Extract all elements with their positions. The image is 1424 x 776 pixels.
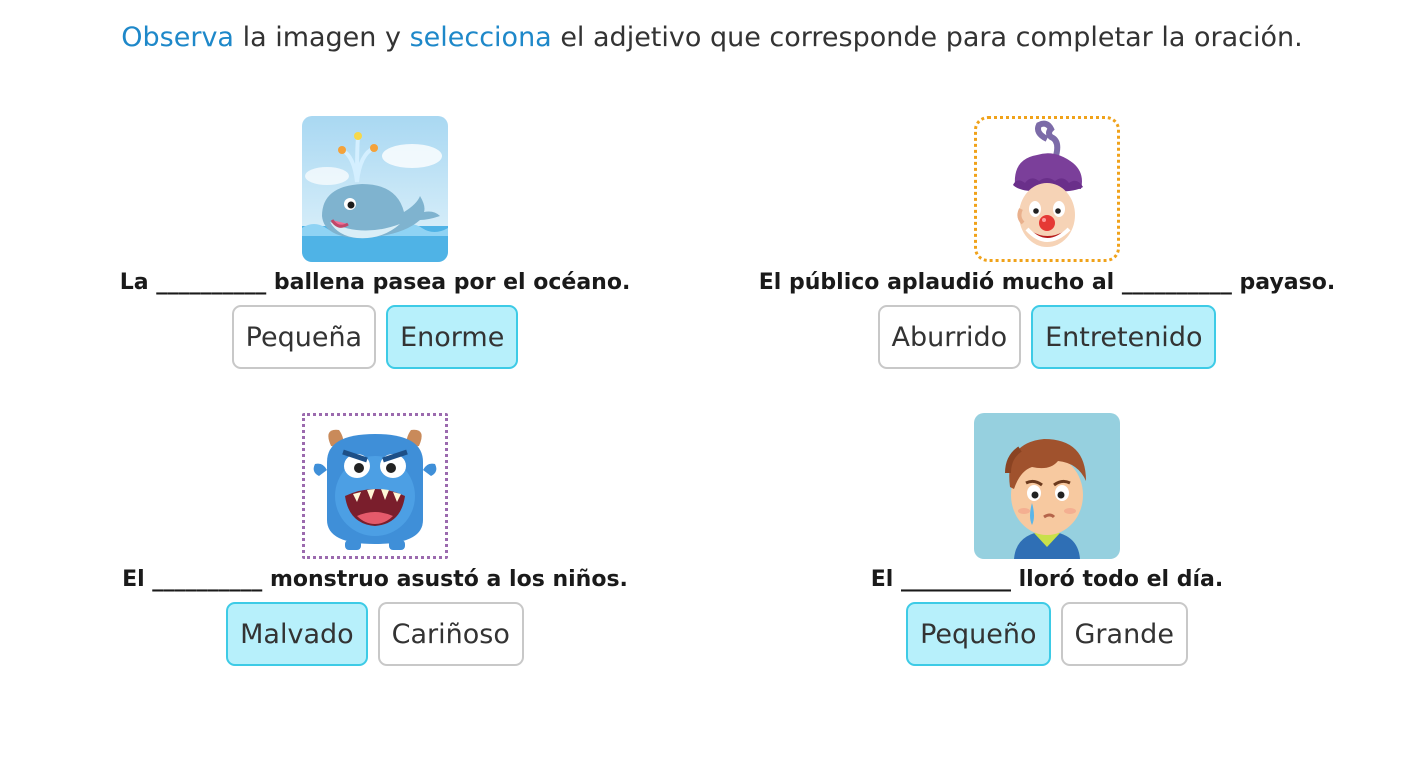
options-group: Aburrido Entretenido — [707, 305, 1387, 369]
instruction-highlight-selecciona: selecciona — [409, 22, 552, 53]
whale-image — [302, 116, 448, 262]
option-button-grande[interactable]: Grande — [1060, 602, 1188, 666]
option-button-enorme[interactable]: Enorme — [386, 305, 519, 369]
option-button-malvado[interactable]: Malvado — [226, 602, 368, 666]
sentence-text: El __________ lloró todo el día. — [870, 567, 1224, 592]
crying-boy-image — [974, 413, 1120, 559]
option-button-pequena[interactable]: Pequeña — [231, 305, 377, 369]
monster-image — [302, 413, 448, 559]
clown-image — [974, 116, 1120, 262]
option-button-entretenido[interactable]: Entretenido — [1031, 305, 1217, 369]
instruction-text: Observa la imagen y selecciona el adjeti… — [0, 22, 1424, 53]
sentence-text: El __________ monstruo asustó a los niño… — [122, 567, 628, 592]
exercise-card-whale: La __________ ballena pasea por el océan… — [35, 116, 715, 369]
sentence-text: La __________ ballena pasea por el océan… — [119, 270, 631, 295]
option-button-aburrido[interactable]: Aburrido — [877, 305, 1022, 369]
options-group: Pequeño Grande — [707, 602, 1387, 666]
exercise-card-monster: El __________ monstruo asustó a los niño… — [35, 413, 715, 666]
exercise-card-crying-boy: El __________ lloró todo el día. Pequeño… — [707, 413, 1387, 666]
instruction-part: el adjetivo que corresponde para complet… — [551, 22, 1303, 53]
option-button-pequeno[interactable]: Pequeño — [906, 602, 1051, 666]
instruction-highlight-observa: Observa — [121, 22, 234, 53]
exercise-card-clown: El público aplaudió mucho al __________ … — [707, 116, 1387, 369]
instruction-part: la imagen y — [233, 22, 410, 53]
options-group: Malvado Cariñoso — [35, 602, 715, 666]
sentence-text: El público aplaudió mucho al __________ … — [758, 270, 1336, 295]
options-group: Pequeña Enorme — [35, 305, 715, 369]
option-button-carinoso[interactable]: Cariñoso — [377, 602, 524, 666]
